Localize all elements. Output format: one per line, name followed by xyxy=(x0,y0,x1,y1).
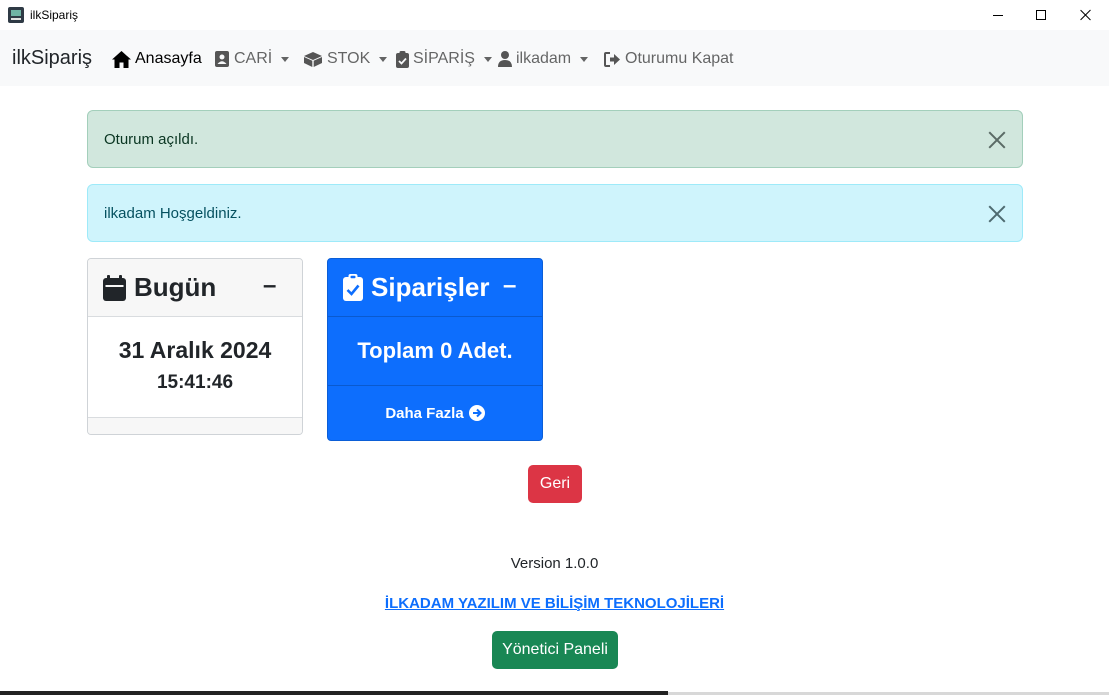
orders-card-title: Siparişler xyxy=(371,272,490,302)
main-navbar: ilkSipariş Anasayfa CARİ STOK SİPARİŞ il… xyxy=(0,30,1109,86)
orders-card-body: Toplam 0 Adet. xyxy=(328,317,542,386)
nav-logout-label: Oturumu Kapat xyxy=(625,50,734,67)
chevron-down-icon xyxy=(483,56,492,62)
app-logo-icon xyxy=(8,7,24,23)
nav-item-stok[interactable]: STOK xyxy=(303,49,388,69)
company-link[interactable]: İLKADAM YAZILIM VE BİLİŞİM TEKNOLOJİLERİ xyxy=(0,595,1109,612)
nav-stok-label: STOK xyxy=(327,50,371,67)
current-time: 15:41:46 xyxy=(156,372,234,393)
nav-siparis-label: SİPARİŞ xyxy=(413,50,475,67)
close-icon xyxy=(1080,9,1092,21)
house-icon xyxy=(112,50,131,68)
address-card-icon xyxy=(215,51,229,67)
chevron-down-icon xyxy=(379,56,388,62)
alert-session-opened: Oturum açıldı. xyxy=(87,110,1023,168)
today-card-header: Bugün – xyxy=(88,259,302,317)
back-button[interactable]: Geri xyxy=(528,465,582,503)
orders-total: Toplam 0 Adet. xyxy=(357,338,513,363)
nav-item-user[interactable]: ilkadam xyxy=(498,49,589,69)
navbar-brand[interactable]: ilkSipariş xyxy=(12,47,92,70)
nav-item-home[interactable]: Anasayfa xyxy=(112,49,202,69)
today-card-footer xyxy=(88,417,302,434)
calendar-icon xyxy=(103,274,126,301)
maximize-button[interactable] xyxy=(1018,0,1064,30)
minimize-icon xyxy=(993,14,1003,16)
chevron-down-icon xyxy=(580,56,589,62)
nav-item-cari[interactable]: CARİ xyxy=(215,49,290,69)
close-icon[interactable] xyxy=(988,131,1006,149)
sign-out-icon xyxy=(604,51,620,67)
today-card-body: 31 Aralık 2024 15:41:46 xyxy=(88,317,302,417)
more-link-label: Daha Fazla xyxy=(385,404,464,422)
nav-item-siparis[interactable]: SİPARİŞ xyxy=(396,49,492,69)
chevron-down-icon xyxy=(281,56,290,62)
orders-card: Siparişler – Toplam 0 Adet. Daha Fazla xyxy=(327,258,543,441)
nav-home-label: Anasayfa xyxy=(135,50,202,67)
clipboard-check-icon xyxy=(396,50,409,68)
boxes-icon xyxy=(304,51,322,67)
version-text: Version 1.0.0 xyxy=(510,555,599,572)
orders-card-header: Siparişler – xyxy=(328,259,542,317)
nav-item-logout[interactable]: Oturumu Kapat xyxy=(604,49,734,69)
minimize-button[interactable] xyxy=(975,0,1021,30)
user-icon xyxy=(498,51,512,67)
maximize-icon xyxy=(1036,10,1046,20)
close-window-button[interactable] xyxy=(1063,0,1109,30)
collapse-button[interactable]: – xyxy=(263,272,276,300)
collapse-button[interactable]: – xyxy=(503,272,516,300)
nav-user-label: ilkadam xyxy=(516,50,572,67)
current-date: 31 Aralık 2024 xyxy=(118,337,272,363)
alert-welcome: ilkadam Hoşgeldiniz. xyxy=(87,184,1023,242)
nav-cari-label: CARİ xyxy=(234,50,273,67)
clipboard-check-icon xyxy=(343,274,363,301)
window-titlebar: ilkSipariş xyxy=(0,0,1109,30)
today-card: Bugün – 31 Aralık 2024 15:41:46 xyxy=(87,258,303,435)
alert-info-text: ilkadam Hoşgeldiniz. xyxy=(104,205,242,222)
arrow-circle-right-icon xyxy=(468,405,485,421)
admin-panel-button[interactable]: Yönetici Paneli xyxy=(492,631,618,669)
close-icon[interactable] xyxy=(988,205,1006,223)
window-title: ilkSipariş xyxy=(30,8,79,22)
today-card-title: Bugün xyxy=(134,272,217,302)
more-link[interactable]: Daha Fazla xyxy=(328,386,542,440)
taskbar-edge xyxy=(0,691,668,695)
alert-success-text: Oturum açıldı. xyxy=(104,131,199,148)
